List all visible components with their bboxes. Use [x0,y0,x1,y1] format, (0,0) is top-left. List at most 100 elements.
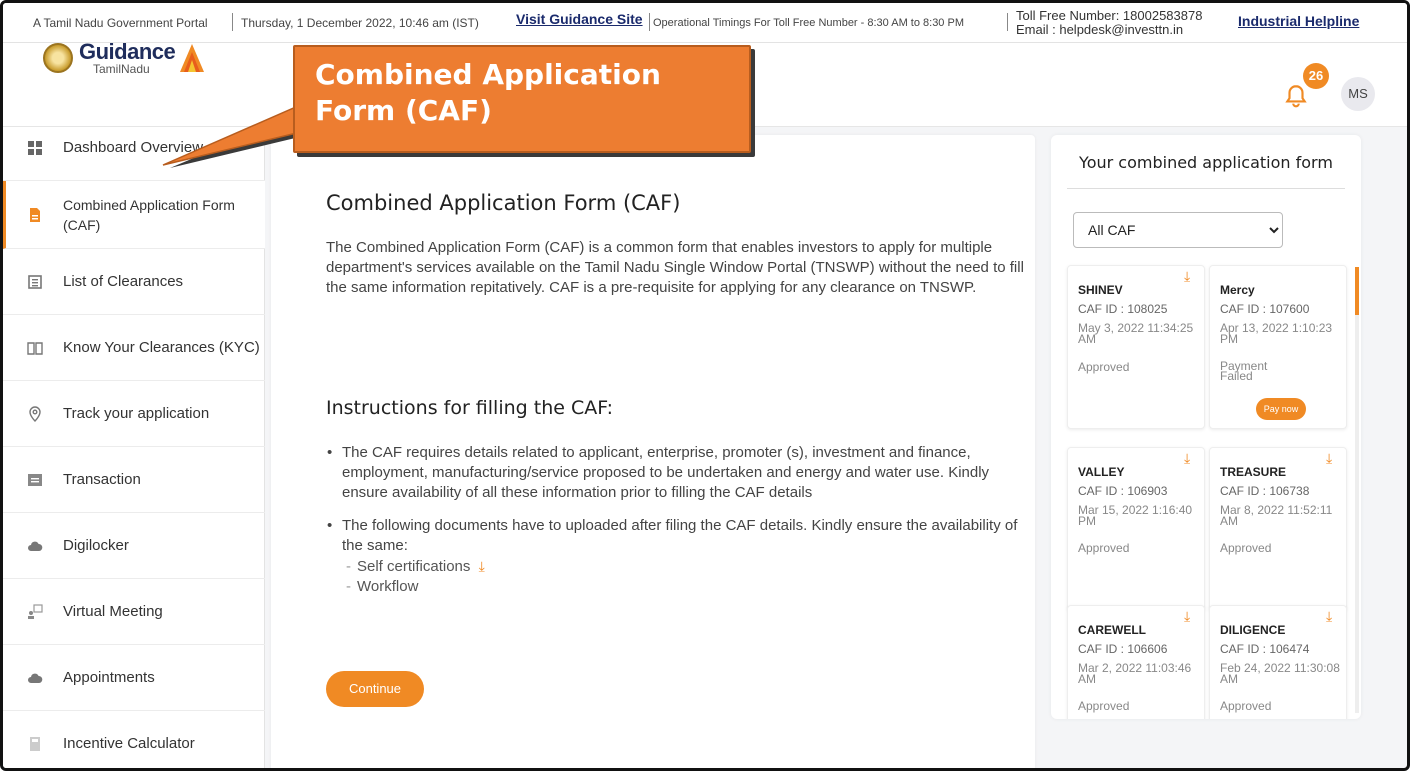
sidebar-item-track[interactable]: Track your application [3,381,265,447]
sidebar-item-label: Combined Application Form (CAF) [63,196,235,233]
book-icon [27,341,43,355]
callout-text: Combined Application Form (CAF) [315,58,661,127]
caf-name: DILIGENCE [1220,623,1286,637]
page-title: Combined Application Form (CAF) [326,191,681,215]
user-avatar[interactable]: MS [1341,77,1375,111]
top-info-bar: A Tamil Nadu Government Portal Thursday,… [3,3,1407,43]
caf-date: Mar 15, 2022 1:16:40 PM [1078,503,1193,528]
document-label: Self certifications [357,558,471,575]
download-icon[interactable]: ⤓ [1184,268,1190,285]
transaction-icon [28,473,42,486]
tn-seal-icon [43,43,73,73]
caf-name: TREASURE [1220,465,1287,479]
document-workflow: - Workflow [346,578,419,595]
caf-date: Mar 8, 2022 11:52:11 AM [1220,503,1333,528]
card-list-scrollbar[interactable] [1355,267,1359,713]
sidebar-item-clearances[interactable]: List of Clearances [3,249,265,315]
sidebar-item-label: Digilocker [63,536,129,554]
cloud-icon [28,673,43,683]
caf-id: CAF ID : 108025 [1078,302,1168,316]
document-label: Workflow [357,578,419,595]
industrial-helpline-link[interactable]: Industrial Helpline [1238,13,1359,29]
caf-id: CAF ID : 106606 [1078,642,1168,656]
sidebar-item-label: Transaction [63,470,141,488]
caf-status: Approved [1078,541,1130,555]
caf-intro-text: The Combined Application Form (CAF) is a… [326,239,1024,296]
pay-now-button[interactable]: Pay now [1256,398,1306,420]
document-self-certifications: - Self certifications ⤓ [346,558,485,575]
list-item: The CAF requires details related to appl… [326,443,1036,503]
notification-count-badge: 26 [1303,63,1329,89]
download-icon[interactable]: ⤓ [1184,450,1190,467]
divider [1007,13,1008,31]
sidebar-item-label: Incentive Calculator [63,735,195,752]
instruction-text: The following documents have to uploaded… [342,517,1018,554]
sidebar-item-caf[interactable]: Combined Application Form (CAF) [3,181,265,249]
location-pin-icon [29,405,41,422]
caf-status: Approved [1078,699,1130,713]
email-text: Email : helpdesk@investtn.in [1016,22,1184,37]
caf-card[interactable]: ⤓ TREASURE CAF ID : 106738 Mar 8, 2022 1… [1209,447,1347,611]
logo-subtitle: TamilNadu [93,62,150,76]
logo-title: Guidance [79,39,176,64]
sidebar-item-digilocker[interactable]: Digilocker [3,513,265,579]
download-icon[interactable]: ⤓ [479,558,485,574]
notification-bell-icon[interactable] [1283,83,1309,109]
sidebar: Dashboard Overview Combined Application … [3,127,265,768]
continue-button[interactable]: Continue [326,671,424,707]
instructions-list: The CAF requires details related to appl… [326,443,1036,610]
caf-filter-select[interactable]: All CAF [1073,212,1283,248]
caf-name: Mercy [1220,283,1255,297]
calculator-icon [30,737,40,751]
caf-card[interactable]: ⤓ VALLEY CAF ID : 106903 Mar 15, 2022 1:… [1067,447,1205,611]
sidebar-item-label: Virtual Meeting [63,602,163,620]
download-icon[interactable]: ⤓ [1326,450,1332,467]
sidebar-item-transaction[interactable]: Transaction [3,447,265,513]
caf-id: CAF ID : 106738 [1220,484,1310,498]
divider [232,13,233,31]
instruction-text: The CAF requires details related to appl… [342,444,990,501]
logo-flame-icon [180,44,205,72]
caf-card[interactable]: Mercy CAF ID : 107600 Apr 13, 2022 1:10:… [1209,265,1347,429]
visit-guidance-link[interactable]: Visit Guidance Site [516,11,643,27]
sidebar-item-appointments[interactable]: Appointments [3,645,265,711]
sidebar-item-incentive[interactable]: Incentive Calculator [3,711,265,768]
sidebar-item-virtual-meeting[interactable]: Virtual Meeting [3,579,265,645]
caf-id: CAF ID : 106474 [1220,642,1310,656]
caf-status: Approved [1220,699,1272,713]
grid-icon [28,140,42,155]
caf-date: Apr 13, 2022 1:10:23 PM [1220,321,1333,346]
caf-info-card: Combined Application Form (CAF) The Comb… [271,135,1036,768]
list-icon [28,274,42,289]
divider [1067,188,1345,189]
caf-card[interactable]: ⤓ SHINEV CAF ID : 108025 May 3, 2022 11:… [1067,265,1205,429]
caf-card[interactable]: ⤓ CAREWELL CAF ID : 106606 Mar 2, 2022 1… [1067,605,1205,719]
caf-date: May 3, 2022 11:34:25 AM [1078,321,1194,346]
sidebar-item-kyc[interactable]: Know Your Clearances (KYC) [3,315,265,381]
caf-name: VALLEY [1078,465,1125,479]
tollfree-text: Toll Free Number: 18002583878 [1016,8,1203,23]
portal-text: A Tamil Nadu Government Portal [33,16,208,30]
caf-id: CAF ID : 107600 [1220,302,1310,316]
tutorial-callout: Combined Application Form (CAF) [293,45,751,153]
scrollbar-thumb[interactable] [1355,267,1359,315]
sidebar-item-label: Know Your Clearances (KYC) [63,338,260,356]
guidance-logo[interactable]: Guidance TamilNadu [43,41,205,75]
caf-date: Mar 2, 2022 11:03:46 AM [1078,661,1192,686]
download-icon[interactable]: ⤓ [1184,608,1190,625]
caf-card[interactable]: ⤓ DILIGENCE CAF ID : 106474 Feb 24, 2022… [1209,605,1347,719]
caf-name: CAREWELL [1078,623,1146,637]
sidebar-item-label: Appointments [63,668,155,686]
download-icon[interactable]: ⤓ [1326,608,1332,625]
document-icon [30,207,40,222]
caf-id: CAF ID : 106903 [1078,484,1168,498]
caf-list-panel: Your combined application form All CAF ⤓… [1051,135,1361,719]
divider [649,13,650,31]
caf-status: Approved [1078,360,1130,374]
meeting-icon [28,603,43,619]
cloud-icon [28,541,43,551]
panel-title: Your combined application form [1079,153,1333,172]
sidebar-item-label: Track your application [63,404,210,422]
app-frame: A Tamil Nadu Government Portal Thursday,… [0,0,1410,771]
caf-name: SHINEV [1078,283,1123,297]
